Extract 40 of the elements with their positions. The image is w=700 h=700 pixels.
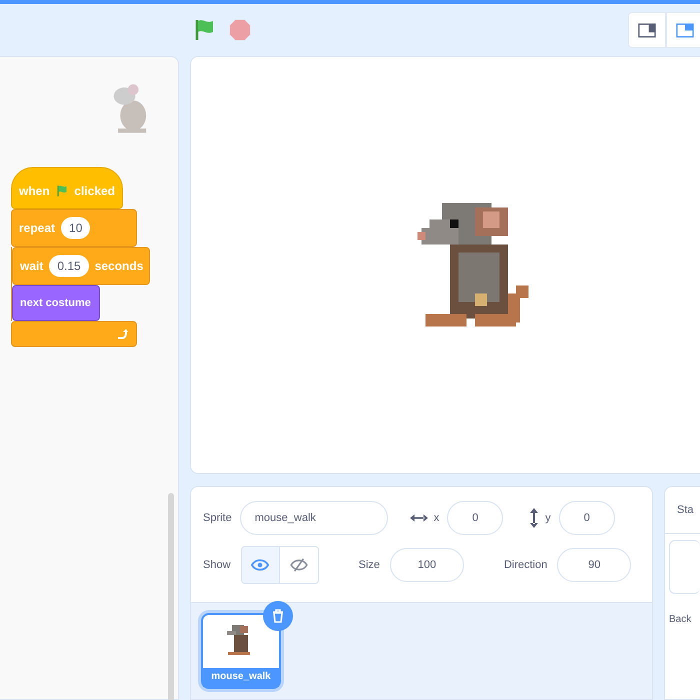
eye-icon	[251, 558, 270, 572]
block-label: wait	[20, 259, 44, 273]
wait-block[interactable]: wait 0.15 seconds	[12, 247, 150, 285]
stop-icon[interactable]	[229, 19, 251, 41]
trash-icon	[272, 609, 284, 623]
y-field[interactable]: 0	[558, 501, 615, 535]
block-label: seconds	[94, 259, 144, 273]
small-stage-icon	[638, 22, 656, 38]
sprite-label: Sprite	[203, 512, 232, 524]
show-label: Show	[203, 559, 231, 571]
vertical-arrows-icon	[529, 508, 540, 528]
block-label: clicked	[74, 184, 115, 198]
normal-stage-icon	[676, 22, 694, 38]
delete-button[interactable]	[263, 601, 293, 631]
block-label: repeat	[19, 221, 56, 235]
sprite-name: mouse_walk	[203, 668, 279, 687]
backdrop-thumbnail[interactable]	[669, 540, 700, 594]
size-label: Size	[358, 559, 380, 571]
loop-arrow-icon	[116, 328, 128, 340]
stage-header: Sta	[677, 504, 694, 516]
number-input[interactable]: 10	[61, 217, 90, 239]
block-label: when	[19, 184, 50, 198]
show-sprite-button[interactable]	[240, 546, 280, 584]
backdrops-label: Back	[669, 614, 692, 625]
next-costume-block[interactable]: next costume	[12, 285, 100, 321]
hidden-eye-icon	[290, 558, 308, 572]
scrollbar[interactable]	[168, 493, 174, 700]
repeat-block[interactable]: repeat 10	[11, 209, 137, 247]
direction-field[interactable]: 90	[557, 548, 632, 582]
x-label: x	[434, 512, 440, 524]
hide-sprite-button[interactable]	[280, 546, 319, 584]
direction-label: Direction	[504, 559, 548, 571]
size-field[interactable]: 100	[390, 548, 464, 582]
y-label: y	[545, 512, 551, 524]
small-stage-button[interactable]	[628, 12, 666, 48]
number-input[interactable]: 0.15	[49, 255, 89, 277]
x-field[interactable]: 0	[447, 501, 504, 535]
horizontal-arrows-icon	[410, 513, 428, 523]
normal-stage-button[interactable]	[666, 12, 700, 48]
sprite-name-field[interactable]: mouse_walk	[240, 501, 388, 535]
